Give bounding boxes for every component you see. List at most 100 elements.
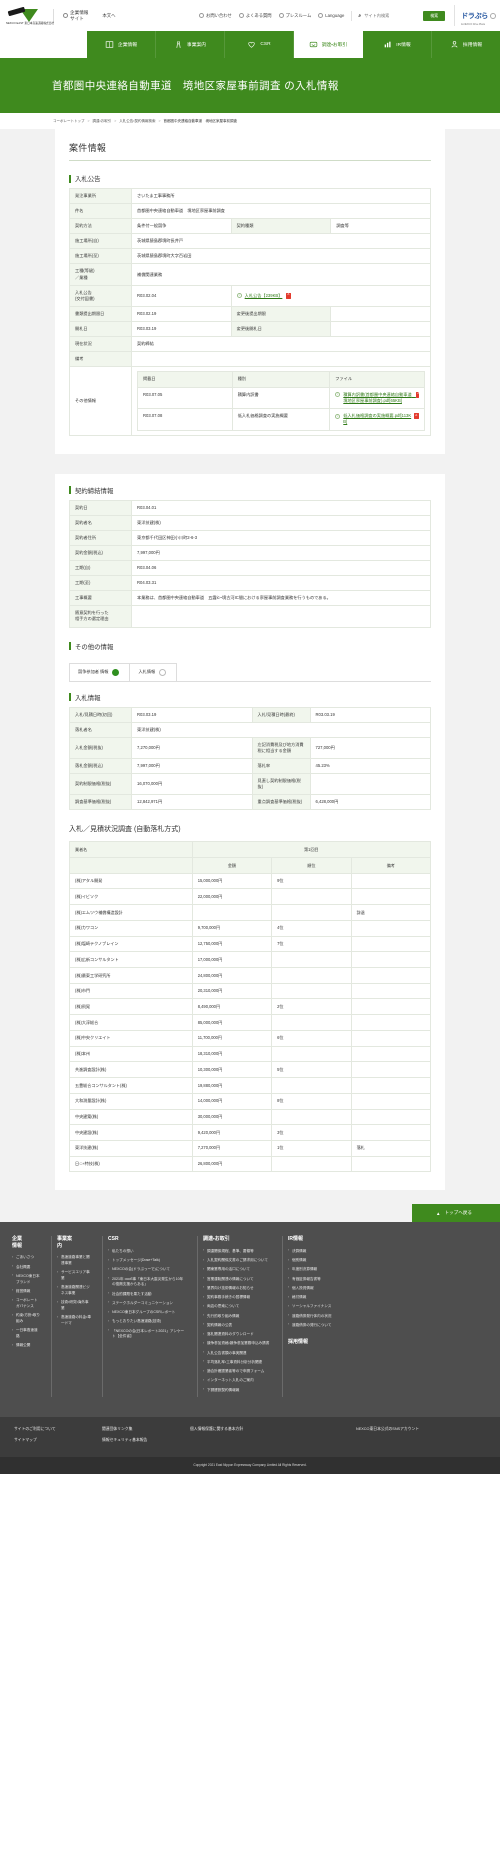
footer-link[interactable]: 決算情報: [288, 1248, 344, 1255]
footer-link[interactable]: 下請建設契約情報報: [203, 1387, 271, 1394]
nexco-logo[interactable]: NEXCO EAST 東日本高速道路株式会社: [6, 6, 54, 25]
footer-link[interactable]: 年度別決算情報: [288, 1267, 344, 1273]
footer-bottom-link-security[interactable]: 情報セキュリティ基本報告: [102, 1438, 190, 1443]
footer-link[interactable]: 一日事高速道路: [12, 1328, 40, 1340]
table-row: 契約金額(税込) 7,997,000円: [69, 544, 431, 562]
footer-bottom-link-sitemap[interactable]: サイトマップ: [14, 1438, 102, 1443]
table-keiyaku: 契約日 R03.04.01 契約者名 東洋技建(株) 契約者住所 東京都千代田区…: [69, 499, 431, 628]
nav-item-procurement[interactable]: 調達・お取引: [294, 31, 363, 58]
footer-link[interactable]: 約束・方針・取り組み: [12, 1313, 40, 1325]
footer-link[interactable]: ごあいさつ: [12, 1255, 40, 1261]
footer-link[interactable]: 業界向け技術情報のお知らせ: [203, 1285, 271, 1292]
brand-block[interactable]: NEXCO EAST 東日本高速道路株式会社 企業情報 サイト: [6, 6, 88, 25]
utility-link-faq[interactable]: よくある質問: [238, 13, 272, 19]
koukoku-file-link[interactable]: 入札公告【239KB】: [245, 293, 283, 299]
footer-col-heading[interactable]: 調達・お取引: [203, 1236, 271, 1243]
breadcrumb-item-0[interactable]: コーポレートトップ: [53, 119, 85, 124]
footer-bottom-link-sns[interactable]: NEXCO東日本公式のSNSアカウント: [356, 1427, 486, 1432]
footer-link[interactable]: トップメッセージ(Dose+Talk): [108, 1258, 186, 1264]
footer-col-heading[interactable]: 企業 情報: [12, 1236, 40, 1249]
footer-link[interactable]: 2021年 особ事「東日本大震災発生から10年の復興支援からある」: [108, 1276, 186, 1289]
nav-label: 調達・お取引: [321, 43, 348, 48]
back-to-top-button[interactable]: ▲ トップへ戻る: [412, 1204, 500, 1223]
nav-item-company[interactable]: 企業情報: [87, 31, 156, 58]
dorapura-logo: ドラぷら: [461, 13, 488, 20]
footer-link[interactable]: サービスエリア事業: [57, 1270, 91, 1282]
footer-link[interactable]: 情報公開: [12, 1343, 40, 1349]
other-info-file-link[interactable]: 低入札価格調査の実施概要.pdf[113KB]: [343, 413, 419, 426]
bid-amount: 12,750,000円: [191, 935, 273, 953]
footer-link[interactable]: ステークホルダーコミュニケーション: [108, 1300, 186, 1307]
footer-link[interactable]: 個人投資情報: [288, 1285, 344, 1292]
tab-bid-info[interactable]: 入札情報: [129, 662, 178, 681]
nav-item-business[interactable]: 事業案内: [156, 31, 225, 58]
footer-link[interactable]: NEXCO東日本グループのCSRレポート: [108, 1310, 186, 1316]
footer-link[interactable]: 個別情報: [288, 1258, 344, 1264]
footer-link[interactable]: 技術・研究・海外事業: [57, 1300, 91, 1312]
footer-link[interactable]: 平均落札率・工事資料分析分析関連: [203, 1359, 271, 1366]
table-row: 施工場所(至) 茨城県猿島郡境町大字百岩田: [69, 248, 431, 265]
dorapura-link[interactable]: ドラぷら E-NEXCO Drive Plaza: [454, 5, 496, 26]
footer-col-heading[interactable]: IR情報: [288, 1236, 344, 1243]
footer-link[interactable]: 落札関連資料のダウンロード: [203, 1332, 271, 1338]
search-button[interactable]: 検索: [423, 10, 446, 21]
footer-link[interactable]: 調達関係規程、基準、要領等: [203, 1248, 271, 1255]
footer-col-ir: IR情報 決算情報 個別情報 年度別決算情報 有価証券報告書等 個人投資情報 格…: [288, 1236, 350, 1397]
other-info-file-link[interactable]: 積算内訳書(首都圏中央連絡自動車道 境地区家屋事前調査).pdf[65KB]: [343, 391, 419, 405]
footer-link[interactable]: 先行的取り組み情報: [203, 1313, 271, 1320]
footer-link[interactable]: 両店の思索について: [203, 1304, 271, 1310]
footer-link[interactable]: 格付情報: [288, 1295, 344, 1301]
skip-to-content-link[interactable]: 本文へ: [102, 13, 115, 19]
footer-col-heading-recruit[interactable]: 採用情報: [288, 1339, 344, 1346]
footer-link[interactable]: 道路債券発行体内の状況: [288, 1313, 344, 1320]
breadcrumb-item-1[interactable]: 調達・お取引: [93, 119, 112, 124]
utility-bar: NEXCO EAST 東日本高速道路株式会社 企業情報 サイト 本文へ お問い合…: [0, 0, 500, 31]
site-label[interactable]: 企業情報 サイト: [63, 10, 88, 21]
footer-link[interactable]: 入札公告書類の事実関連: [203, 1350, 271, 1357]
nav-item-ir[interactable]: IR情報: [363, 31, 432, 58]
footer-link[interactable]: 契約情報の公表: [203, 1322, 271, 1329]
nav-label: 企業情報: [117, 43, 138, 48]
nav-item-csr[interactable]: CSR: [225, 31, 294, 58]
footer-bottom-link-related[interactable]: 関連団体リンク集: [102, 1427, 190, 1432]
footer-col-heading[interactable]: CSR: [108, 1236, 186, 1243]
footer-link[interactable]: 関東業専用の活口について: [203, 1267, 271, 1273]
section-title: 入札公告: [75, 176, 101, 183]
footer-bottom-link-privacy[interactable]: 個人情報保護に関する基本方針: [190, 1427, 310, 1432]
bid-note: [350, 1092, 432, 1110]
footer-link[interactable]: 会社概要: [12, 1264, 40, 1271]
footer-link[interactable]: インターネット入札のご案内: [203, 1378, 271, 1384]
breadcrumb-item-2[interactable]: 入札公告・契約情報検索: [119, 119, 155, 124]
footer-link[interactable]: 競争参加資格・競争参加業務申込み請書: [203, 1341, 271, 1347]
footer-bottom-link-terms[interactable]: サイトのご利用について: [14, 1427, 102, 1432]
utility-link-contact[interactable]: お問い合わせ: [199, 13, 232, 19]
footer-link[interactable]: 入札契約関係文書のご請求用について: [203, 1258, 271, 1264]
footer-link[interactable]: 高速道路事業と関連事業: [57, 1255, 91, 1267]
footer-link[interactable]: 高速道路の料金・車一ドマ: [57, 1315, 91, 1327]
footer-link[interactable]: 高速道路関連ビジネス事業: [57, 1285, 91, 1297]
footer-link[interactable]: 「NEXCOの会(日本レポート2021」アンケート【全件省】: [108, 1328, 186, 1341]
footer-link[interactable]: 道路債券の発行について: [288, 1322, 344, 1329]
footer-link[interactable]: 契約事務手続きの図標情報: [203, 1295, 271, 1301]
bid-rank: 4位: [271, 919, 352, 937]
footer-col-heading[interactable]: 事業案 内: [57, 1236, 91, 1249]
table-row: 落札者名 東洋技建(株): [69, 721, 431, 738]
nav-item-recruit[interactable]: 採用情報: [432, 31, 500, 58]
tab-competitor-info[interactable]: 競争参加者 情報: [69, 662, 130, 681]
utility-link-language[interactable]: Language: [318, 13, 344, 18]
bidder-name: (株)市門: [69, 982, 193, 1000]
utility-link-pressroom[interactable]: プレスルーム: [278, 13, 311, 19]
search-input[interactable]: [364, 13, 421, 18]
footer-link[interactable]: 私たちの想い: [108, 1248, 186, 1255]
search-box[interactable]: ⌕ 検索: [351, 10, 446, 21]
footer-link[interactable]: 適合計確認業者等ので申請フォーム: [203, 1369, 271, 1375]
footer-link[interactable]: コーポレートガバナンス: [12, 1298, 40, 1310]
footer-link[interactable]: 有価証券報告書等: [288, 1276, 344, 1283]
footer-link[interactable]: NEXCO東日本ブランド: [12, 1273, 40, 1286]
footer-link[interactable]: 社会的課題を果たす活動: [108, 1291, 186, 1298]
footer-link[interactable]: ソーシャルファイナンス: [288, 1304, 344, 1310]
footer-link[interactable]: 営業運転関連の情報について: [203, 1276, 271, 1283]
footer-link[interactable]: NEXCOの会(ドラぶっーで)について: [108, 1267, 186, 1273]
footer-link[interactable]: 経営情報: [12, 1288, 40, 1295]
footer-link[interactable]: もっとおりたい高速道路(技術): [108, 1319, 186, 1325]
